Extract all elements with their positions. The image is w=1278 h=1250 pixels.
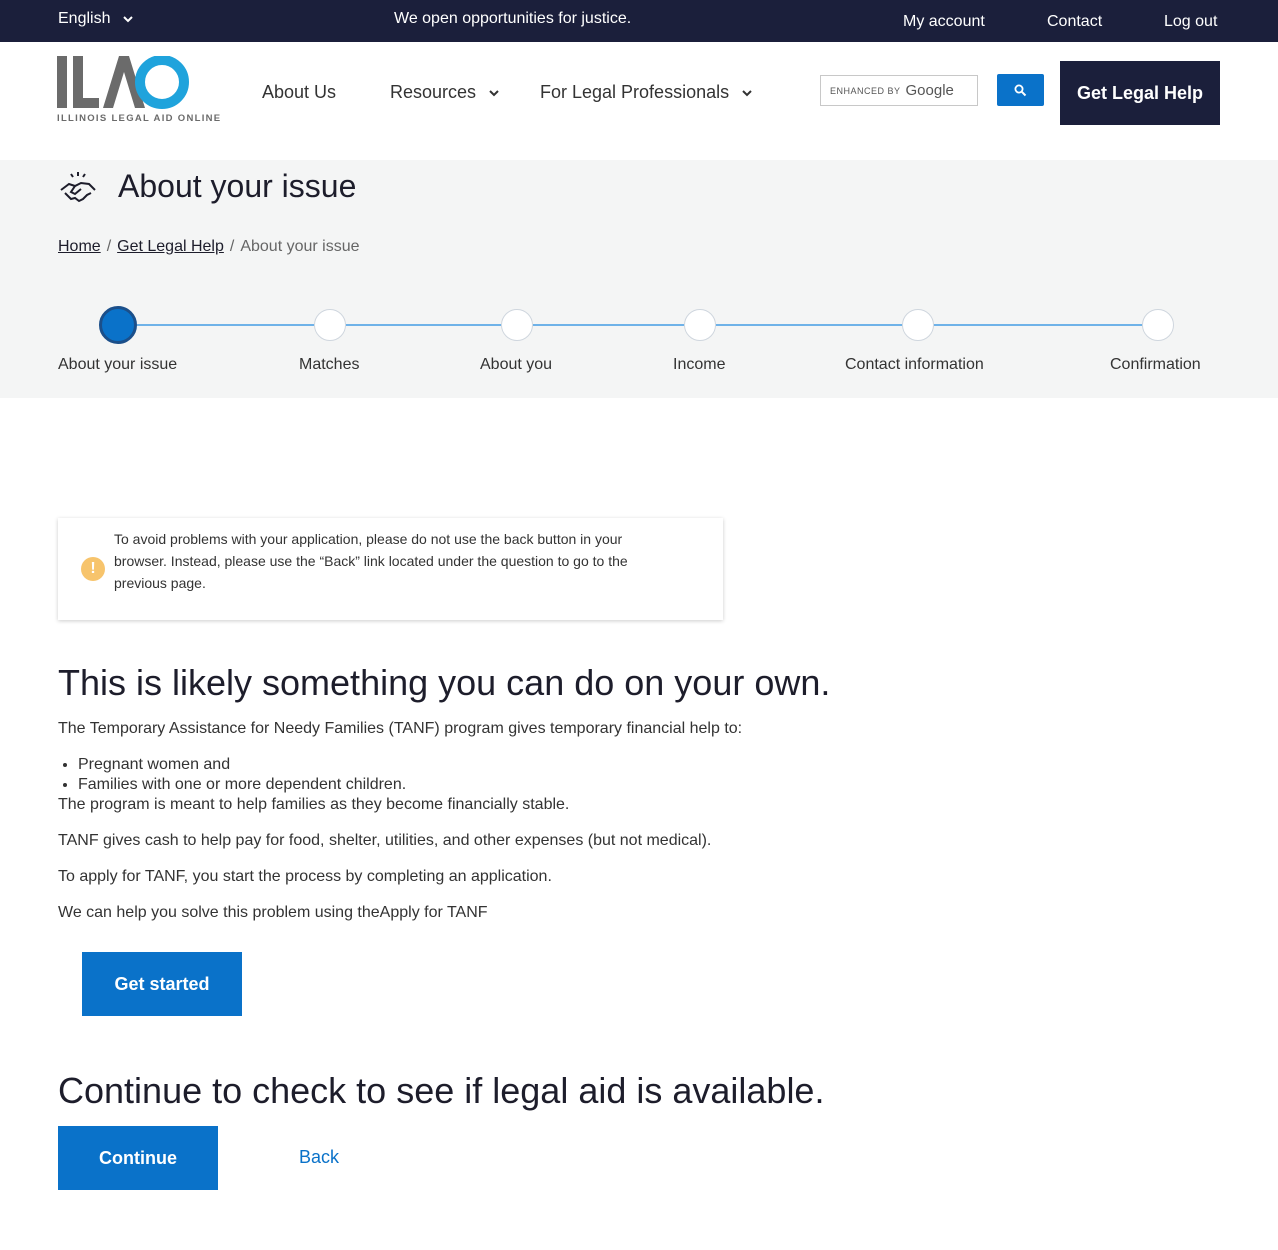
enhanced-by-label: ENHANCED BY — [830, 85, 901, 96]
nav-resources[interactable]: Resources — [390, 82, 500, 103]
get-legal-help-button[interactable]: Get Legal Help — [1060, 61, 1220, 125]
paragraph: TANF gives cash to help pay for food, sh… — [58, 832, 712, 849]
chevron-down-icon — [123, 16, 134, 23]
step-dot-about-you — [501, 309, 533, 341]
nav-about-us[interactable]: About Us — [262, 82, 336, 103]
step-connector — [346, 324, 501, 326]
step-label: Contact information — [845, 356, 984, 373]
step-label: Matches — [299, 356, 360, 373]
continue-heading: Continue to check to see if legal aid is… — [58, 1070, 825, 1111]
paragraph: We can help you solve this problem using… — [58, 904, 488, 921]
eligibility-list: Pregnant women and Families with one or … — [78, 755, 406, 795]
step-connector — [533, 324, 684, 326]
step-dot-contact-information — [902, 309, 934, 341]
page-title-band: About your issue Home / Get Legal Help /… — [0, 160, 1278, 398]
logout-link[interactable]: Log out — [1164, 13, 1217, 31]
contact-link[interactable]: Contact — [1047, 13, 1102, 31]
tagline: We open opportunities for justice. — [394, 10, 632, 27]
step-connector — [934, 324, 1142, 326]
notice-text: To avoid problems with your application,… — [114, 531, 628, 591]
chevron-down-icon — [742, 89, 752, 96]
list-item: Families with one or more dependent chil… — [78, 775, 406, 795]
google-label: Google — [905, 82, 954, 99]
nav-legal-professionals[interactable]: For Legal Professionals — [540, 82, 753, 103]
step-label: Income — [673, 356, 726, 373]
result-heading: This is likely something you can do on y… — [58, 662, 831, 703]
nav-resources-label: Resources — [390, 82, 477, 102]
paragraph: To apply for TANF, you start the process… — [58, 868, 552, 885]
intro-text: The Temporary Assistance for Needy Famil… — [58, 720, 743, 737]
back-button-notice: ! To avoid problems with your applicatio… — [58, 518, 723, 620]
list-item: Pregnant women and — [78, 755, 406, 775]
my-account-link[interactable]: My account — [903, 13, 985, 31]
back-link[interactable]: Back — [299, 1147, 339, 1168]
get-started-button[interactable]: Get started — [82, 952, 242, 1016]
chevron-down-icon — [489, 89, 499, 96]
top-utility-bar: English We open opportunities for justic… — [0, 0, 1278, 42]
step-connector — [137, 324, 314, 326]
step-dot-matches — [314, 309, 346, 341]
progress-stepper: About your issue Matches About you Incom… — [0, 160, 1278, 398]
site-header: ILLINOIS LEGAL AID ONLINE About Us Resou… — [0, 42, 1278, 160]
step-label: Confirmation — [1110, 356, 1201, 373]
nav-professionals-label: For Legal Professionals — [540, 82, 730, 102]
language-selector[interactable]: English — [58, 10, 134, 28]
language-label: English — [58, 10, 111, 27]
search-input[interactable]: ENHANCED BY Google — [820, 75, 978, 106]
logo-subtitle: ILLINOIS LEGAL AID ONLINE — [57, 113, 222, 124]
warning-icon: ! — [81, 557, 105, 581]
step-dot-about-your-issue — [99, 306, 137, 344]
step-dot-confirmation — [1142, 309, 1174, 341]
nav-about-label: About Us — [262, 82, 337, 102]
paragraph: The program is meant to help families as… — [58, 796, 570, 813]
step-dot-income — [684, 309, 716, 341]
step-connector — [716, 324, 902, 326]
search-icon — [1014, 84, 1027, 96]
search-button[interactable] — [997, 74, 1044, 106]
step-label: About you — [480, 356, 553, 373]
step-label: About your issue — [58, 356, 178, 373]
continue-button[interactable]: Continue — [58, 1126, 218, 1190]
